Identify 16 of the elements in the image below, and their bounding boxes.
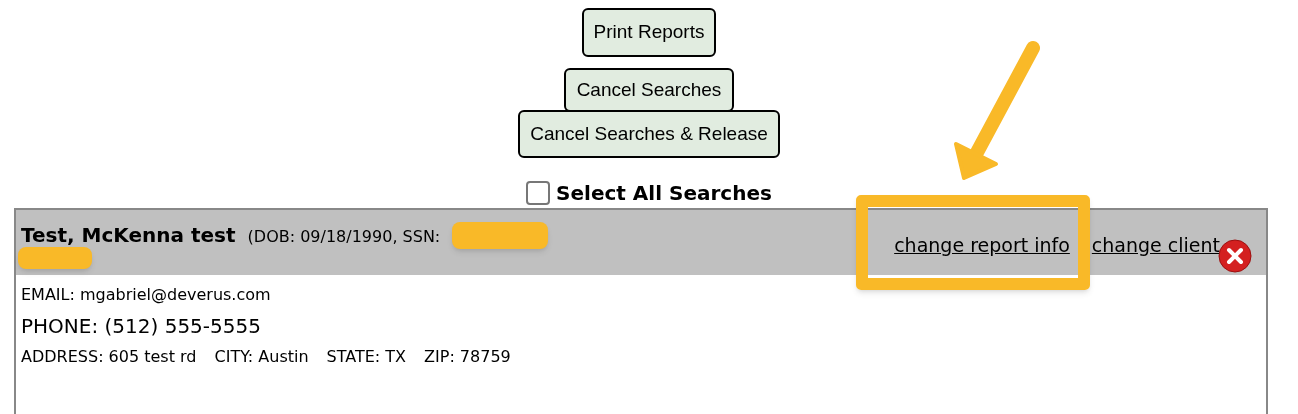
client-name: Test, McKenna test [21, 222, 236, 249]
select-all-label: Select All Searches [556, 180, 772, 207]
address-field: ZIP: 78759 [424, 345, 511, 369]
phone-text: PHONE: (512) 555-5555 [21, 313, 262, 340]
change-client-link[interactable]: change client [1091, 231, 1220, 260]
address-field: ADDRESS: 605 test rd [21, 345, 197, 369]
select-all-checkbox[interactable] [526, 181, 551, 205]
email-text: EMAIL: mgabriel@deverus.com [21, 284, 272, 306]
address-field: CITY: Austin [214, 345, 309, 369]
cancel-release-button[interactable]: Cancel Searches & Release [518, 110, 780, 158]
change-report-info-link[interactable]: change report info [894, 234, 1070, 257]
print-reports-button[interactable]: Print Reports [581, 8, 717, 57]
client-details: (DOB: 09/18/1990, SSN: [247, 226, 441, 248]
delete-icon[interactable] [1218, 238, 1252, 273]
address-field: STATE: TX [326, 345, 407, 369]
cancel-searches-button[interactable]: Cancel Searches [563, 68, 735, 112]
